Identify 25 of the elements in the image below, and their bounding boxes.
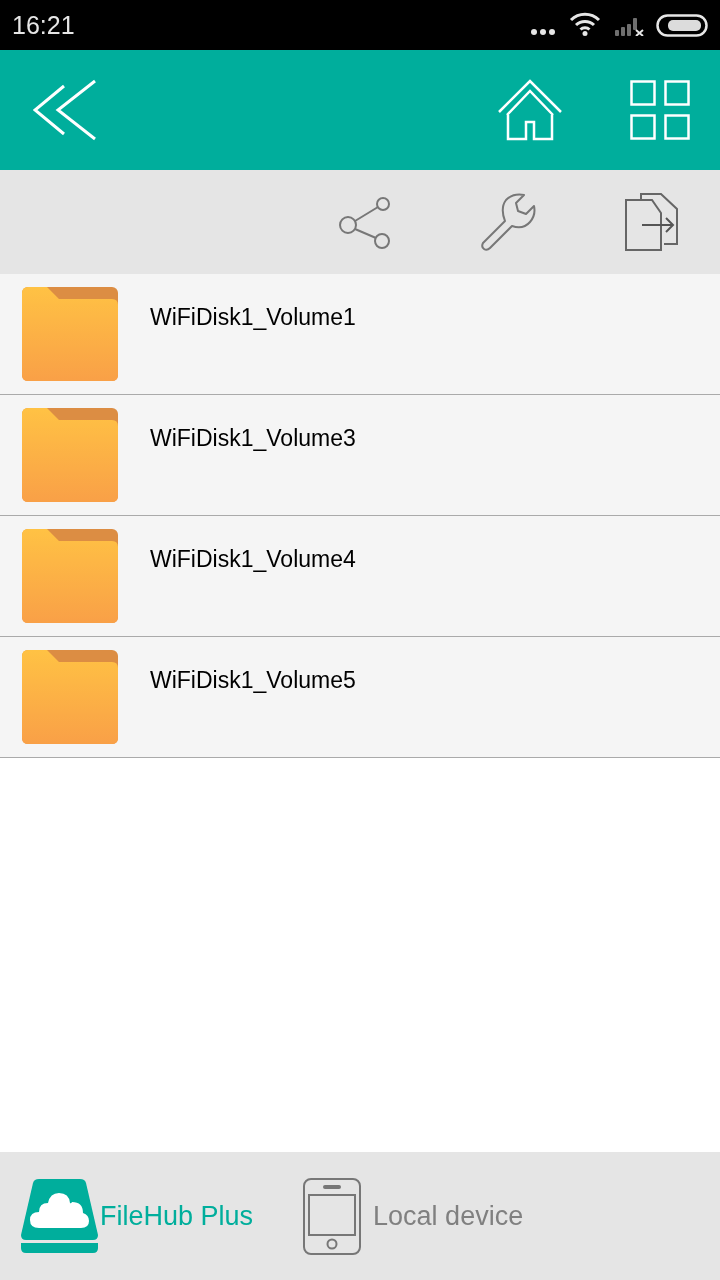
signal-icon <box>615 18 645 36</box>
home-icon[interactable] <box>497 79 563 141</box>
folder-row[interactable]: WiFiDisk1_Volume1 <box>0 274 720 395</box>
folder-name: WiFiDisk1_Volume3 <box>150 424 356 453</box>
folder-name: WiFiDisk1_Volume5 <box>150 666 356 695</box>
folder-name: WiFiDisk1_Volume4 <box>150 545 356 574</box>
share-icon[interactable] <box>339 195 391 249</box>
wifi-icon <box>569 12 601 36</box>
folder-row[interactable]: WiFiDisk1_Volume4 <box>0 516 720 637</box>
phone-icon <box>303 1177 362 1255</box>
grid-view-icon[interactable] <box>630 80 690 140</box>
folder-icon <box>22 650 118 744</box>
more-dots-icon <box>531 29 555 35</box>
move-file-icon[interactable] <box>625 193 679 251</box>
back-icon[interactable] <box>33 79 97 141</box>
cloud-drive-icon <box>21 1179 98 1253</box>
wrench-icon[interactable] <box>479 193 537 251</box>
folder-row[interactable]: WiFiDisk1_Volume3 <box>0 395 720 516</box>
status-time: 16:21 <box>12 12 75 38</box>
battery-icon <box>656 13 708 37</box>
folder-icon <box>22 287 118 381</box>
folder-icon <box>22 408 118 502</box>
folder-row[interactable]: WiFiDisk1_Volume5 <box>0 637 720 758</box>
folder-icon <box>22 529 118 623</box>
folder-name: WiFiDisk1_Volume1 <box>150 303 356 332</box>
